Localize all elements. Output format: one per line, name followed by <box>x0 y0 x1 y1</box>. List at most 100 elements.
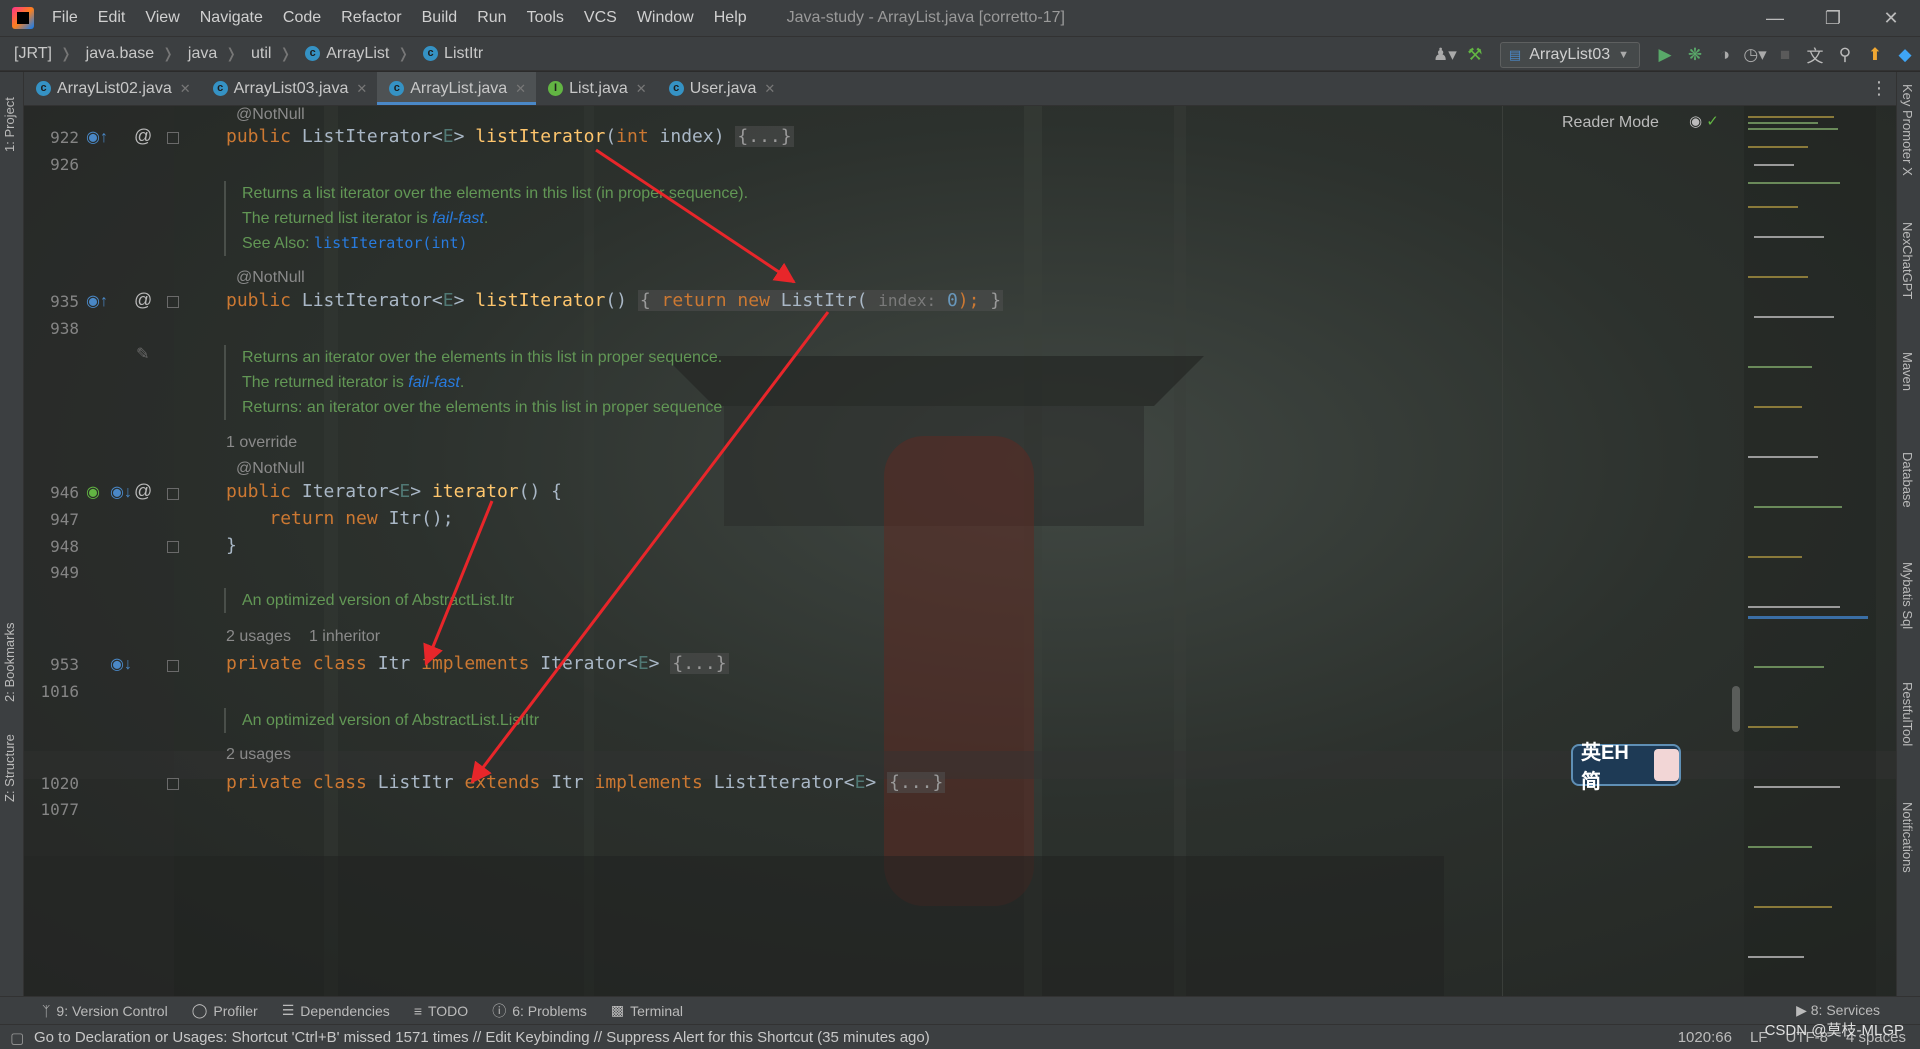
close-icon[interactable]: ✕ <box>1862 0 1920 36</box>
run-config-label: ArrayList03 <box>1529 45 1611 63</box>
key-promoter-tool-button[interactable]: Key Promoter X <box>1900 84 1915 176</box>
menu-refactor[interactable]: Refactor <box>331 0 411 36</box>
update-icon[interactable]: ⬆ <box>1860 40 1890 70</box>
status-message[interactable]: Go to Declaration or Usages: Shortcut 'C… <box>34 1029 930 1046</box>
right-tool-strip: Key Promoter X NexChatGPT Maven Database… <box>1896 72 1920 996</box>
class-icon: c <box>668 81 684 96</box>
menu-edit[interactable]: Edit <box>88 0 136 36</box>
toggle-tool-windows-icon[interactable]: ▢ <box>10 1029 24 1047</box>
crumb-label: util <box>251 44 272 62</box>
status-bar: ▢ Go to Declaration or Usages: Shortcut … <box>0 1024 1920 1049</box>
minimap[interactable] <box>1744 106 1876 996</box>
tab-user[interactable]: c User.java ✕ <box>657 72 786 105</box>
eye-off-icon[interactable]: ◉ <box>1689 113 1702 130</box>
right-margin-guide <box>1502 106 1503 996</box>
inspection-widget[interactable]: ◉ ✓ <box>1689 112 1719 130</box>
close-icon[interactable]: ✕ <box>180 81 191 97</box>
user-icon[interactable]: ♟▾ <box>1430 40 1460 70</box>
code-editor[interactable]: 922 926 935 938 946 947 948 949 953 1016… <box>24 106 1896 996</box>
coverage-icon[interactable]: ◑ <box>1710 40 1740 70</box>
breadcrumb-arraylist[interactable]: c ArrayList ❭ <box>291 45 409 63</box>
mybatis-sql-tool-button[interactable]: Mybatis Sql <box>1900 562 1915 629</box>
bookmarks-tool-button[interactable]: 2: Bookmarks <box>2 612 17 702</box>
breadcrumb-java-base[interactable]: java.base ❭ <box>72 45 174 63</box>
menu-tools[interactable]: Tools <box>517 0 574 36</box>
crumb-label: java.base <box>85 44 155 62</box>
menu-view[interactable]: View <box>135 0 189 36</box>
vertical-scrollbar[interactable] <box>1732 686 1740 732</box>
terminal-tool-button[interactable]: ▩ Terminal <box>599 1002 695 1019</box>
menu-build[interactable]: Build <box>412 0 468 36</box>
services-tool-button[interactable]: ▶ 8: Services <box>1796 1002 1880 1019</box>
project-tool-button[interactable]: 1: Project <box>2 82 17 152</box>
dependencies-tool-button[interactable]: ☰ Dependencies <box>270 1002 402 1019</box>
search-icon[interactable]: ⚲ <box>1830 40 1860 70</box>
notifications-tool-button[interactable]: Notifications <box>1900 802 1915 873</box>
chevron-right-icon: ❭ <box>59 45 72 61</box>
menu-code[interactable]: Code <box>273 0 331 36</box>
class-icon: c <box>212 81 228 96</box>
class-icon: c <box>423 46 439 61</box>
chevron-right-icon: ❭ <box>279 45 292 61</box>
breadcrumb-util[interactable]: util ❭ <box>237 45 291 63</box>
version-control-tool-button[interactable]: ᛉ 9: Version Control <box>0 1003 180 1019</box>
plugin-icon[interactable]: ◆ <box>1890 40 1920 70</box>
caret-position[interactable]: 1020:66 <box>1678 1029 1732 1046</box>
app-config-icon: ▤ <box>1508 46 1522 62</box>
class-icon: c <box>389 81 405 96</box>
arrow-listiterator-to-listitr <box>595 148 796 284</box>
database-tool-button[interactable]: Database <box>1900 452 1915 508</box>
menu-navigate[interactable]: Navigate <box>190 0 273 36</box>
maven-tool-button[interactable]: Maven <box>1900 352 1915 391</box>
problems-tool-button[interactable]: ⓘ 6: Problems <box>480 1001 599 1021</box>
tab-arraylist02[interactable]: c ArrayList02.java ✕ <box>24 72 201 105</box>
breadcrumb-listitr[interactable]: c ListItr <box>409 45 483 63</box>
breadcrumb-jrt[interactable]: [JRT] ❭ <box>0 45 72 63</box>
structure-tool-button[interactable]: Z: Structure <box>2 722 17 802</box>
close-icon[interactable]: ✕ <box>515 81 526 97</box>
breadcrumb-java[interactable]: java ❭ <box>174 45 237 63</box>
minimize-icon[interactable]: — <box>1746 0 1804 36</box>
menu-help[interactable]: Help <box>704 0 757 36</box>
tab-label: List.java <box>569 79 628 97</box>
tab-list[interactable]: I List.java ✕ <box>536 72 657 105</box>
arrow-listitr-to-class <box>470 311 830 784</box>
close-icon[interactable]: ✕ <box>764 81 775 97</box>
build-hammer-icon[interactable]: ⚒ <box>1460 40 1490 70</box>
ime-mode-label: 英EH 简 <box>1581 742 1629 793</box>
menu-run[interactable]: Run <box>467 0 516 36</box>
stop-icon[interactable]: ■ <box>1770 40 1800 70</box>
reader-mode-toggle[interactable]: Reader Mode <box>1562 114 1659 132</box>
list-icon: ≡ <box>413 1002 422 1019</box>
chevron-down-icon: ▼ <box>1618 48 1629 61</box>
tool-window-bar: ᛉ 9: Version Control ◯ Profiler ☰ Dependenc… <box>0 996 1920 1024</box>
translate-icon[interactable]: 文 <box>1800 40 1830 70</box>
close-icon[interactable]: ✕ <box>636 81 647 97</box>
chevron-right-icon: ❭ <box>397 45 410 61</box>
editor-tabs: c ArrayList02.java ✕ c ArrayList03.java ✕ cA… <box>24 72 1896 106</box>
restore-icon[interactable]: ❐ <box>1804 0 1862 36</box>
tab-label: ArrayList02.java <box>57 79 172 97</box>
tab-label: User.java <box>689 79 757 97</box>
menu-file[interactable]: File <box>42 0 88 36</box>
menu-vcs[interactable]: VCS <box>574 0 627 36</box>
class-icon: c <box>36 81 51 96</box>
tab-arraylist[interactable]: c ArrayList.java ✕ <box>377 72 537 105</box>
profile-icon[interactable]: ◷▾ <box>1740 40 1770 70</box>
nexchatgpt-tool-button[interactable]: NexChatGPT <box>1900 222 1915 299</box>
crumb-label: ListItr <box>444 44 484 62</box>
debug-icon[interactable]: ❋ <box>1680 40 1710 70</box>
close-icon[interactable]: ✕ <box>356 81 367 97</box>
run-icon[interactable]: ▶ <box>1650 40 1680 70</box>
crumb-label: java <box>187 44 218 62</box>
profiler-tool-button[interactable]: ◯ Profiler <box>180 1002 270 1019</box>
restfultool-tool-button[interactable]: RestfulTool <box>1900 682 1915 746</box>
run-config-select[interactable]: ▤ ArrayList03 ▼ <box>1499 41 1640 68</box>
tab-arraylist03[interactable]: c ArrayList03.java ✕ <box>201 72 378 105</box>
todo-tool-button[interactable]: ≡ TODO <box>402 1003 480 1019</box>
more-vertical-icon[interactable]: ⋮ <box>1870 78 1888 99</box>
tool-label: Profiler <box>213 1002 258 1019</box>
ime-status-widget[interactable]: 英EH 简 <box>1571 742 1681 793</box>
menu-window[interactable]: Window <box>627 0 704 36</box>
tool-label: Terminal <box>630 1002 684 1019</box>
